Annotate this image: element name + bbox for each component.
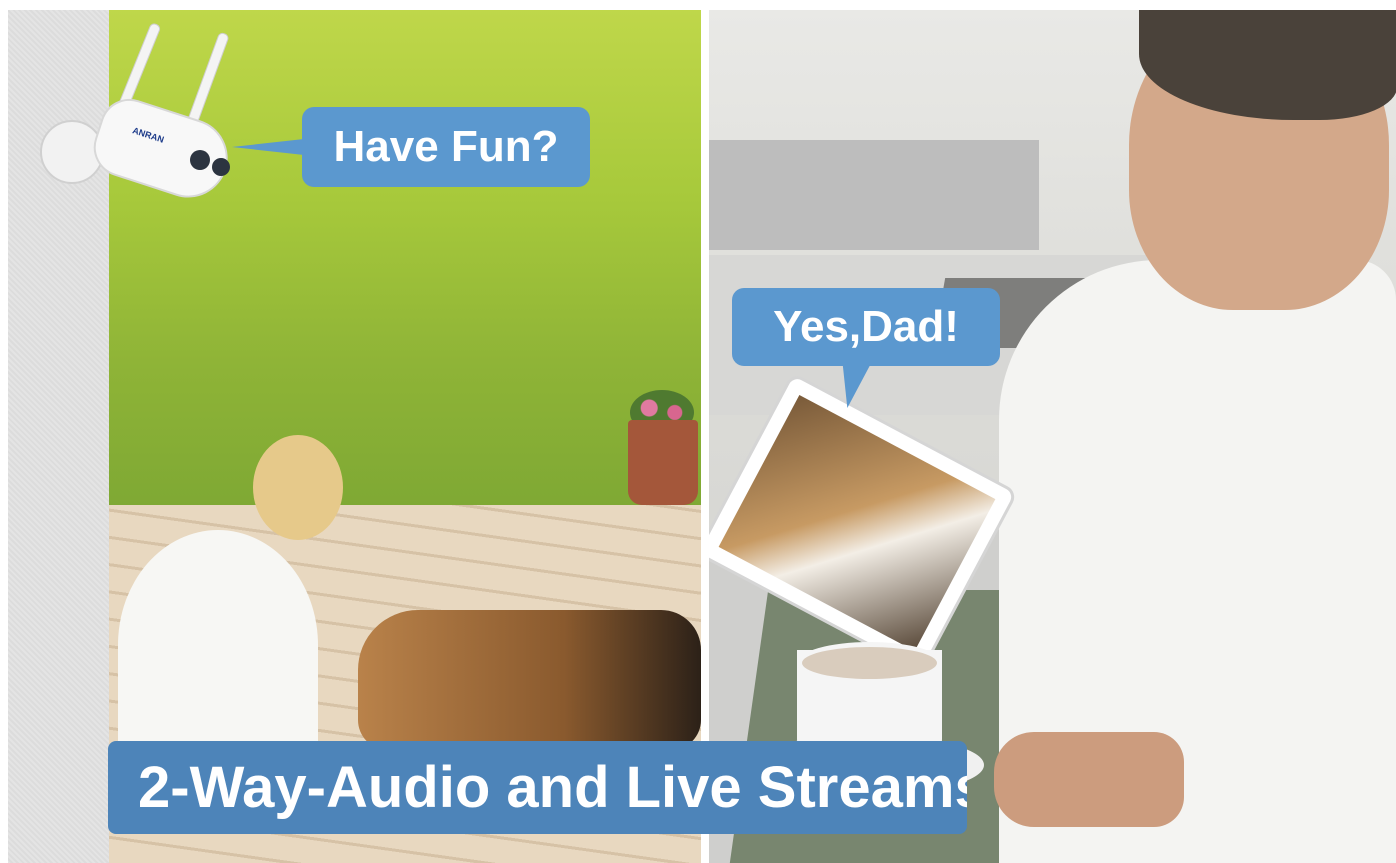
security-camera: ANRAN xyxy=(40,22,238,208)
camera-lens xyxy=(190,150,210,170)
dog xyxy=(358,610,701,750)
speech-bubble-tablet: Yes,Dad! xyxy=(732,288,1000,366)
speech-bubble-tail xyxy=(232,139,304,155)
product-image: ANRAN Have Fun? Yes,Dad! 2-Way-Audio and… xyxy=(0,0,1396,863)
girl xyxy=(118,530,318,760)
camera-lens xyxy=(212,158,230,176)
feature-banner: 2-Way-Audio and Live Streams xyxy=(108,741,967,834)
coffee-surface xyxy=(797,642,942,684)
indoor-scene-panel xyxy=(709,10,1396,863)
camera-body xyxy=(86,91,238,208)
girl-head xyxy=(253,435,343,540)
flower-pot xyxy=(628,420,698,505)
man-hand xyxy=(994,732,1184,827)
speech-bubble-camera: Have Fun? xyxy=(302,107,590,187)
back-table xyxy=(709,140,1039,250)
